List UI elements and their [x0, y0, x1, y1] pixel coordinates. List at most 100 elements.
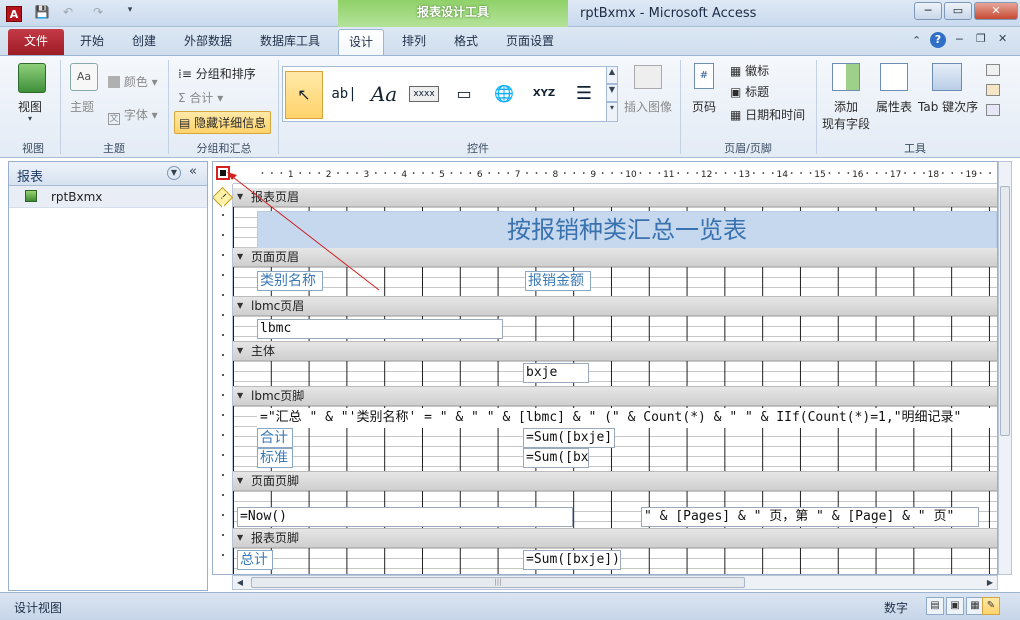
horizontal-scroll-thumb[interactable]: |||	[251, 577, 745, 588]
scroll-left-icon[interactable]: ◀	[233, 576, 247, 589]
tab-database-tools[interactable]: 数据库工具	[250, 29, 330, 55]
doc-restore-icon[interactable]: ❐	[976, 32, 986, 45]
insert-image-button[interactable]: 插入图像	[624, 98, 672, 115]
minimize-ribbon-chevron-icon[interactable]: ⌃	[912, 34, 921, 47]
status-numlock: 数字	[884, 601, 909, 615]
window-title: rptBxmx - Microsoft Access	[580, 6, 757, 21]
list-item[interactable]: rptBxmx	[9, 186, 207, 208]
shutter-bar-close-icon[interactable]: «	[189, 164, 197, 179]
tab-file[interactable]: 文件	[8, 29, 64, 55]
design-view-icon[interactable]: ✎	[982, 597, 1000, 615]
access-app-icon[interactable]: A	[6, 6, 22, 22]
gallery-more-icon[interactable]: ▾	[606, 102, 618, 122]
report-design-surface: 1234567891011121314151617181920 ! 报表页眉 按…	[212, 161, 998, 575]
nav-menu-chevron-down-icon[interactable]: ▼	[167, 166, 181, 180]
view-button-label[interactable]: 视图	[18, 98, 42, 115]
minimize-button[interactable]: ─	[914, 2, 942, 20]
tab-format[interactable]: 格式	[444, 29, 488, 55]
report-design-tools-context-title: 报表设计工具	[338, 0, 568, 27]
group-sort-button[interactable]: ⁞≡ 分组和排序	[178, 65, 256, 82]
tab-design[interactable]: 设计	[338, 29, 385, 55]
themes-icon: Aa	[70, 63, 98, 91]
existing-fields-label[interactable]: 现有字段	[822, 115, 870, 132]
scroll-right-icon[interactable]: ▶	[983, 576, 997, 589]
title-bar: A 💾 ↶ ↷ ▾ 报表设计工具 rptBxmx - Microsoft Acc…	[0, 0, 1020, 27]
date-time-button[interactable]: ▦ 日期和时间	[730, 106, 805, 123]
colors-icon	[108, 76, 120, 88]
page-number-button[interactable]: 页码	[692, 98, 716, 115]
textbox-tool-icon[interactable]: ab|	[325, 71, 363, 119]
doc-minimize-icon[interactable]: ─	[956, 33, 963, 46]
fonts-icon: 文	[108, 113, 120, 125]
save-icon[interactable]: 💾	[34, 5, 50, 22]
tab-home[interactable]: 开始	[70, 29, 114, 55]
status-bar: 设计视图 数字 ▤ ▣ ▦ ✎	[0, 592, 1020, 620]
logo-icon: ▦	[730, 64, 742, 78]
vertical-scrollbar[interactable]	[998, 161, 1012, 575]
help-icon[interactable]: ?	[930, 32, 946, 48]
property-sheet-button[interactable]: 属性表	[876, 98, 912, 115]
logo-button[interactable]: ▦ 徽标	[730, 62, 769, 79]
annotation-arrow	[227, 172, 380, 291]
colors-label: 颜色	[123, 75, 148, 89]
add-fields-label[interactable]: 添加	[834, 98, 858, 115]
tab-external-data[interactable]: 外部数据	[174, 29, 242, 55]
tab-order-button[interactable]: Tab 键次序	[918, 98, 978, 115]
page-number-icon: #	[694, 63, 714, 89]
button-tool-icon[interactable]: xxxx	[405, 71, 443, 119]
view-code-icon[interactable]	[986, 84, 1000, 96]
restore-button[interactable]: ▭	[944, 2, 972, 20]
subform-icon[interactable]	[986, 64, 1000, 76]
ribbon: 视图 ▾ 视图 Aa 主题 颜色 ▾ 文 字体 ▾ 主题 ⁞≡ 分组和排序 Σ …	[0, 55, 1020, 158]
hyperlink-tool-icon[interactable]: 🌐	[485, 71, 523, 119]
totals-label: 合计	[189, 91, 214, 105]
navigation-tool-icon[interactable]: ☰	[565, 71, 603, 119]
close-button[interactable]: ✕	[974, 2, 1018, 20]
pointer-tool-icon[interactable]: ↖	[285, 71, 323, 119]
group-label-header-footer: 页眉/页脚	[724, 142, 772, 155]
tab-page-setup[interactable]: 页面设置	[496, 29, 564, 55]
tab-create[interactable]: 创建	[122, 29, 166, 55]
colors-button[interactable]: 颜色 ▾	[108, 73, 158, 90]
totals-button[interactable]: Σ 合计 ▾	[178, 89, 223, 106]
horizontal-scrollbar[interactable]: ◀ ||| ▶	[232, 575, 998, 590]
group-separator	[278, 60, 279, 154]
sigma-icon: Σ	[178, 91, 186, 105]
group-label-themes: 主题	[103, 142, 125, 155]
property-sheet-icon	[880, 63, 908, 91]
calendar-icon: ▦	[730, 108, 742, 122]
convert-macros-icon[interactable]	[986, 104, 1000, 116]
fonts-button[interactable]: 文 字体 ▾	[108, 106, 158, 125]
insert-image-icon	[634, 65, 662, 89]
hide-details-button[interactable]: ▤ 隐藏详细信息	[174, 111, 272, 134]
themes-button-label[interactable]: 主题	[70, 98, 94, 115]
title-button[interactable]: ▣ 标题	[730, 83, 769, 100]
print-preview-icon[interactable]: ▣	[946, 597, 964, 615]
add-existing-fields-icon	[832, 63, 860, 91]
group-separator	[680, 60, 681, 154]
group-label-grouping: 分组和汇总	[196, 142, 252, 155]
gallery-scroll-down-icon[interactable]: ▼	[606, 84, 618, 102]
title-icon: ▣	[730, 85, 742, 99]
report-icon	[25, 190, 37, 202]
title-label: 标题	[745, 85, 770, 99]
report-item-label: rptBxmx	[51, 190, 103, 204]
view-chevron-down-icon[interactable]: ▾	[28, 114, 32, 123]
doc-close-icon[interactable]: ✕	[998, 32, 1007, 45]
ribbon-tab-row: 文件 开始 创建 外部数据 数据库工具 设计 排列 格式 页面设置 ⌃ ? ─ …	[0, 27, 1020, 55]
undo-icon[interactable]: ↶	[58, 5, 78, 22]
web-browser-tool-icon[interactable]: XYZ	[525, 71, 563, 119]
navigation-pane-title: 报表	[17, 170, 44, 185]
fonts-label: 字体	[123, 108, 148, 122]
navigation-pane-header[interactable]: 报表 ▼ «	[9, 162, 207, 186]
vertical-scroll-thumb[interactable]	[1000, 186, 1010, 436]
status-view-mode: 设计视图	[14, 601, 63, 615]
tab-control-tool-icon[interactable]: ▭	[445, 71, 483, 119]
redo-icon[interactable]: ↷	[88, 5, 108, 22]
tab-arrange[interactable]: 排列	[392, 29, 436, 55]
label-tool-icon[interactable]: Aa	[365, 71, 403, 119]
customize-qat-chevron-down-icon[interactable]: ▾	[124, 5, 136, 22]
gallery-scroll-up-icon[interactable]: ▲	[606, 66, 618, 84]
group-separator	[168, 60, 169, 154]
report-view-icon[interactable]: ▤	[926, 597, 944, 615]
